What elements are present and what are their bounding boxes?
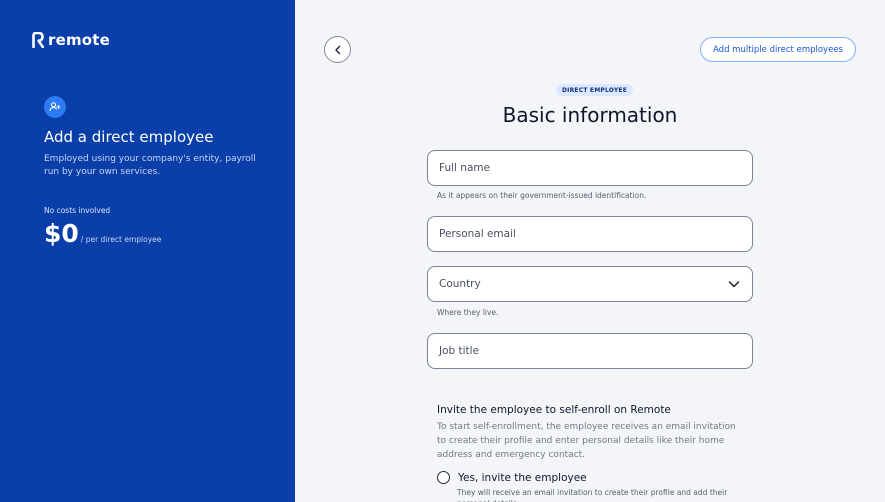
invite-section-description: To start self-enrollment, the employee r… xyxy=(437,422,736,460)
price-block: $0 / per direct employee xyxy=(44,219,161,248)
remote-logo-icon xyxy=(32,32,44,48)
price-value: $0 xyxy=(44,219,79,248)
job-title-field[interactable]: Job title xyxy=(427,333,753,369)
cost-label: No costs involved xyxy=(44,206,111,215)
back-button[interactable] xyxy=(324,36,351,63)
full-name-field[interactable]: Full name xyxy=(427,150,753,186)
chevron-down-icon xyxy=(728,281,740,288)
sidebar-description: Employed using your company's entity, pa… xyxy=(44,154,256,177)
chevron-left-icon xyxy=(334,45,340,54)
add-user-icon xyxy=(44,96,66,118)
invite-section-title: Invite the employee to self-enroll on Re… xyxy=(437,404,671,416)
add-multiple-employees-button[interactable]: Add multiple direct employees xyxy=(700,37,856,62)
page-title: Basic information xyxy=(502,103,678,127)
invite-yes-radio[interactable] xyxy=(437,471,450,484)
remote-logo[interactable]: remote xyxy=(32,31,110,49)
job-title-label: Job title xyxy=(439,345,480,357)
status-badge: DIRECT EMPLOYEE xyxy=(556,84,634,96)
full-name-help: As it appears on their government-issued… xyxy=(437,191,647,200)
sidebar-panel: remote Add a direct employee Employed us… xyxy=(0,0,295,502)
country-label: Country xyxy=(439,278,481,290)
main-panel: Add multiple direct employees DIRECT EMP… xyxy=(295,0,885,502)
sidebar-title: Add a direct employee xyxy=(44,128,214,146)
invite-yes-description: They will receive an email invitation to… xyxy=(457,488,728,502)
brand-name: remote xyxy=(48,31,111,49)
email-label: Personal email xyxy=(439,228,516,240)
invite-yes-option[interactable]: Yes, invite the employee xyxy=(437,471,587,484)
country-help: Where they live. xyxy=(437,308,499,317)
invite-yes-label: Yes, invite the employee xyxy=(458,471,587,484)
country-select[interactable]: Country xyxy=(427,266,753,302)
full-name-label: Full name xyxy=(439,162,491,174)
email-field[interactable]: Personal email xyxy=(427,216,753,252)
price-unit: / per direct employee xyxy=(80,235,162,244)
